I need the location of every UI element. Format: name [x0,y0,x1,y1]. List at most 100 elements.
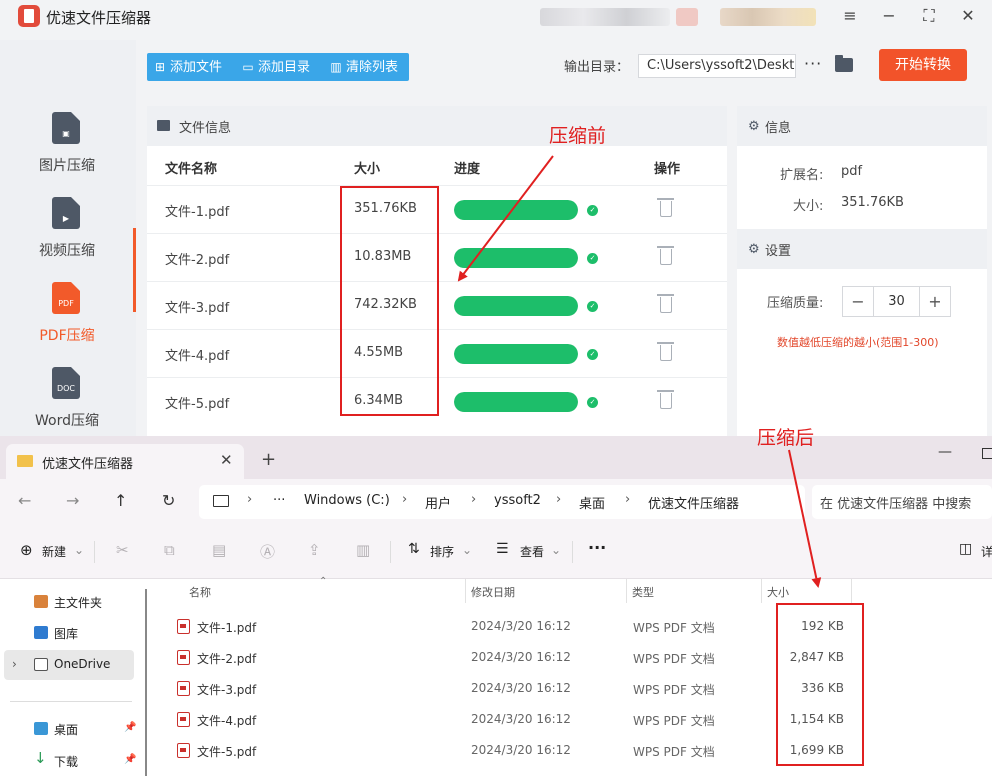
close-icon[interactable]: ✕ [956,4,980,28]
nav-item-downloads[interactable]: ↓ 下载 📌 [0,746,136,776]
nav-scrollbar[interactable] [145,589,147,776]
delete-icon[interactable] [657,390,674,409]
list-item[interactable]: 文件-3.pdf 2024/3/20 16:12 WPS PDF 文档 336 … [170,673,860,704]
pin-icon[interactable]: 📌 [124,754,136,765]
size-value: 351.76KB [841,195,904,210]
paste-icon[interactable]: ▤ [212,541,226,559]
chevron-down-icon: ⌄ [462,543,473,557]
nav-item-onedrive[interactable]: › OneDrive [4,650,134,680]
cut-icon[interactable]: ✂ [116,541,129,559]
delete-icon[interactable]: ▥ [356,541,370,559]
refresh-icon[interactable]: ↻ [162,491,175,510]
computer-icon [213,495,229,507]
check-icon: ✓ [587,253,598,264]
quality-increment-button[interactable]: + [920,287,950,316]
delete-icon[interactable] [657,342,674,361]
minimize-icon[interactable]: — [938,444,952,460]
column-divider[interactable] [465,579,466,603]
breadcrumb-drive[interactable]: Windows (C:) [304,493,390,508]
breadcrumb-desktop[interactable]: 桌面 [579,493,605,512]
details-pane-icon[interactable]: ◫ [959,541,972,557]
check-icon: ✓ [587,301,598,312]
list-item[interactable]: 文件-5.pdf 2024/3/20 16:12 WPS PDF 文档 1,69… [170,735,860,766]
nav-item-gallery[interactable]: 图库 [0,618,136,648]
delete-icon[interactable] [657,198,674,217]
sort-ascending-icon: ⌃ [319,576,328,587]
progress-bar [454,392,578,412]
pdf-file-icon [177,681,190,696]
sidebar-item-pdf-compress[interactable]: PDF PDF压缩 [0,268,134,352]
quality-decrement-button[interactable]: − [843,287,873,316]
column-divider[interactable] [761,579,762,603]
view-icon[interactable]: ☰ [496,541,509,557]
list-item[interactable]: 文件-4.pdf 2024/3/20 16:12 WPS PDF 文档 1,15… [170,704,860,735]
sidebar-item-image-compress[interactable]: ▣ 图片压缩 [0,98,134,182]
breadcrumb-current[interactable]: 优速文件压缩器 [648,493,739,512]
column-divider[interactable] [851,579,852,603]
clear-list-button[interactable]: ▥ 清除列表 [329,53,398,81]
desktop-icon [34,722,48,735]
check-icon: ✓ [587,205,598,216]
sort-button[interactable]: 排序 [430,543,454,560]
close-tab-icon[interactable]: ✕ [220,451,233,469]
view-button[interactable]: 查看 [520,543,544,560]
details-button[interactable]: 详 [981,543,992,560]
sort-icon[interactable]: ⇅ [408,541,420,557]
more-options-button[interactable]: ··· [588,538,606,557]
breadcrumb-user[interactable]: yssoft2 [494,493,541,508]
progress-bar [454,296,578,316]
new-icon[interactable]: ⊕ [20,541,33,559]
nav-item-desktop[interactable]: 桌面 📌 [0,714,136,744]
fullscreen-icon[interactable]: ⛶ [917,4,941,28]
new-tab-icon[interactable]: + [261,449,276,470]
pdf-file-icon [177,650,190,665]
chevron-right-icon: › [556,492,562,507]
list-item[interactable]: 文件-1.pdf 2024/3/20 16:12 WPS PDF 文档 192 … [170,611,860,642]
column-divider[interactable] [626,579,627,603]
column-header-type[interactable]: 类型 [632,584,654,600]
quality-input[interactable]: 30 [873,287,920,316]
column-header-name: 文件名称 [165,162,218,177]
copy-icon[interactable]: ⧉ [164,541,175,559]
breadcrumb-users[interactable]: 用户 [425,493,451,512]
list-item[interactable]: 文件-2.pdf 2024/3/20 16:12 WPS PDF 文档 2,84… [170,642,860,673]
chevron-right-icon: › [12,657,17,671]
output-dir-input[interactable]: C:\Users\yssoft2\Deskt [638,54,796,78]
forward-icon[interactable]: → [66,491,79,510]
menu-icon[interactable]: ≡ [838,4,862,28]
explorer-tab[interactable]: 优速文件压缩器 ✕ [6,444,244,479]
trash-icon: ▥ [330,60,342,74]
add-file-button[interactable]: ⊞ 添加文件 [153,53,222,81]
size-label: 大小: [793,199,824,214]
rename-icon[interactable]: Ⓐ [260,541,275,562]
open-folder-icon[interactable] [835,55,853,72]
share-icon[interactable]: ⇪ [308,541,321,559]
up-icon[interactable]: ↑ [114,491,127,510]
download-icon: ↓ [34,749,47,767]
folder-icon: ▭ [242,60,254,74]
maximize-icon[interactable] [982,448,992,459]
column-header-name[interactable]: 名称 [189,584,211,600]
back-icon[interactable]: ← [18,491,31,510]
app-title: 优速文件压缩器 [46,9,152,27]
column-header-size[interactable]: 大小 [767,584,789,600]
delete-icon[interactable] [657,294,674,313]
breadcrumb[interactable]: › ··· Windows (C:) › 用户 › yssoft2 › 桌面 ›… [199,485,805,519]
home-icon [34,595,48,608]
divider [94,541,95,563]
pin-icon[interactable]: 📌 [124,722,136,733]
sidebar-item-video-compress[interactable]: ▶ 视频压缩 [0,183,134,267]
sidebar-item-word-compress[interactable]: DOC Word压缩 [0,353,134,437]
add-directory-button[interactable]: ▭ 添加目录 [241,53,310,81]
breadcrumb-more[interactable]: ··· [273,493,285,508]
delete-icon[interactable] [657,246,674,265]
nav-item-home[interactable]: 主文件夹 [0,587,136,617]
start-convert-button[interactable]: 开始转换 [879,49,967,81]
new-button[interactable]: 新建 [42,543,66,560]
minimize-icon[interactable]: − [877,4,901,28]
pdf-file-icon [177,619,190,634]
image-file-icon: ▣ [52,112,80,144]
column-header-modified[interactable]: 修改日期 [471,584,515,600]
output-dir-more-button[interactable]: ··· [804,54,822,73]
search-input[interactable]: 在 优速文件压缩器 中搜索 [812,485,992,519]
